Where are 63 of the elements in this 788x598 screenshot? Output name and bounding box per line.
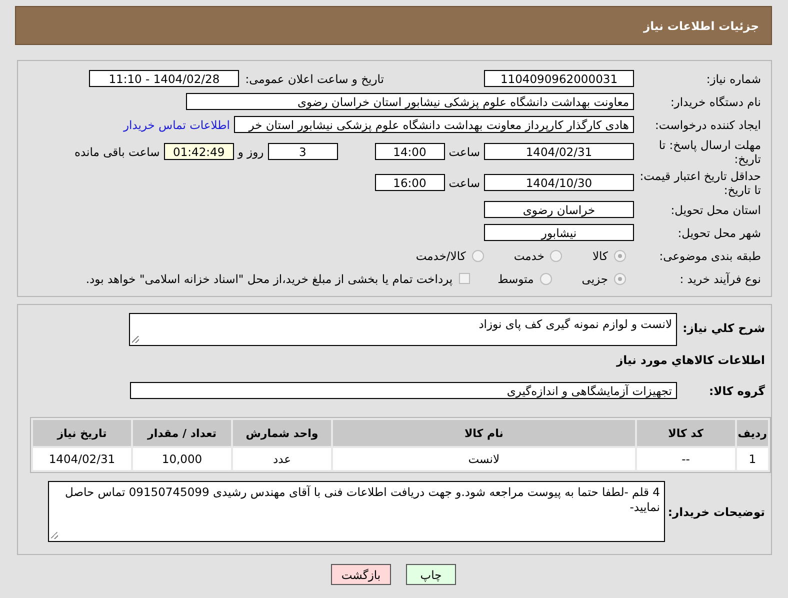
value-field: 01:42:49 (164, 143, 234, 160)
value-field: 16:00 (374, 174, 445, 191)
field-label: حداقل تاریخ اعتبار قیمت: تا تاریخ: (638, 168, 762, 196)
value-field: 1404/02/28 - 11:10 (89, 70, 240, 87)
table-cell: 1 (736, 448, 768, 470)
field-label: ایجاد کننده درخواست: (654, 118, 762, 132)
field-label: استان محل تحویل: (670, 202, 762, 216)
field-label: توضیحات خریدار: (666, 504, 766, 519)
value-field: 1104090962000031 (484, 70, 634, 87)
radio-button[interactable] (550, 250, 562, 262)
column-header: واحد شمارش (233, 420, 331, 446)
print-button[interactable]: چاپ (406, 564, 456, 585)
resize-grip-icon (51, 532, 58, 539)
column-header: کد کالا (636, 420, 735, 446)
column-header: تاریخ نیاز (33, 420, 131, 446)
field-label: گروه کالا: (708, 384, 766, 398)
radio-button[interactable] (614, 272, 626, 284)
field-label: ساعت باقی مانده (74, 144, 160, 158)
field-label: شرح کلي نياز: (682, 320, 766, 335)
value-field: 14:00 (374, 143, 445, 160)
option-label: جزیی (582, 272, 608, 286)
resize-grip-icon (132, 336, 139, 343)
value-field: هادی کارگذار کارپرداز معاونت بهداشت دانشگاه علوم پزشکی نیشابور استان خر (234, 116, 634, 133)
radio-button[interactable] (614, 250, 626, 262)
table-cell: 1404/02/31 (33, 448, 131, 470)
table-cell: لانست (333, 448, 635, 470)
option-label: خدمت (514, 248, 544, 262)
contact-link[interactable]: اطلاعات تماس خریدار (123, 118, 230, 132)
column-header: ردیف (736, 420, 768, 446)
back-button[interactable]: بازگشت (331, 564, 391, 585)
value-field: معاونت بهداشت دانشگاه علوم پزشکی نیشابور استان خراسان رضوی (186, 93, 634, 110)
column-header: نام کالا (333, 420, 635, 446)
field-label: شماره نیاز: (705, 72, 762, 86)
value-field: 1404/10/30 (484, 174, 634, 191)
option-label: کالا/خدمت (416, 248, 466, 262)
column-header: تعداد / مقدار (133, 420, 231, 446)
value-field: تجهیزات آزمایشگاهی و اندازه‌گیری (130, 382, 677, 399)
checkbox[interactable] (458, 273, 470, 284)
radio-button[interactable] (472, 250, 484, 262)
option-label: متوسط (498, 272, 534, 286)
value-field: خراسان رضوی (484, 201, 634, 218)
value-field: 3 (268, 143, 338, 160)
field-label: ساعت (448, 176, 480, 190)
field-label: شهر محل تحویل: (676, 226, 762, 240)
checkbox-label: پرداخت تمام یا بخشی از مبلغ خرید،از محل "اسناد خزانه اسلامی" خواهد بود. (86, 272, 453, 286)
table-cell: 10,000 (133, 448, 231, 470)
field-label: نام دستگاه خریدار: (669, 94, 762, 108)
field-label: مهلت ارسال پاسخ: تا تاریخ: (658, 138, 762, 166)
table-cell: عدد (233, 448, 331, 470)
text-area: 4 قلم -لطفا حتما به پیوست مراجعه شود.و جهت دریافت اطلاعات فنی با آقای مهندس رشیدی 09150745099 تماس حاصل نمایید- (48, 481, 665, 542)
table-cell: -- (636, 448, 735, 470)
text-area: لانست و لوازم نمونه گیری کف پای نوزاد (129, 313, 677, 346)
field-label: طبقه بندی موضوعی: (658, 248, 762, 262)
page-title: جزئیات اطلاعات نیاز (643, 18, 759, 32)
section-heading: اطلاعات کالاهاي مورد نياز (615, 352, 766, 367)
field-label: نوع فرآیند خرید : (678, 272, 762, 286)
field-label: تاریخ و ساعت اعلان عمومی: (245, 72, 384, 86)
option-label: کالا (592, 248, 608, 262)
radio-button[interactable] (540, 272, 552, 284)
value-field: 1404/02/31 (484, 143, 634, 160)
field-label: روز و (238, 144, 264, 158)
field-label: ساعت (448, 144, 480, 158)
value-field: نیشابور (484, 224, 634, 241)
